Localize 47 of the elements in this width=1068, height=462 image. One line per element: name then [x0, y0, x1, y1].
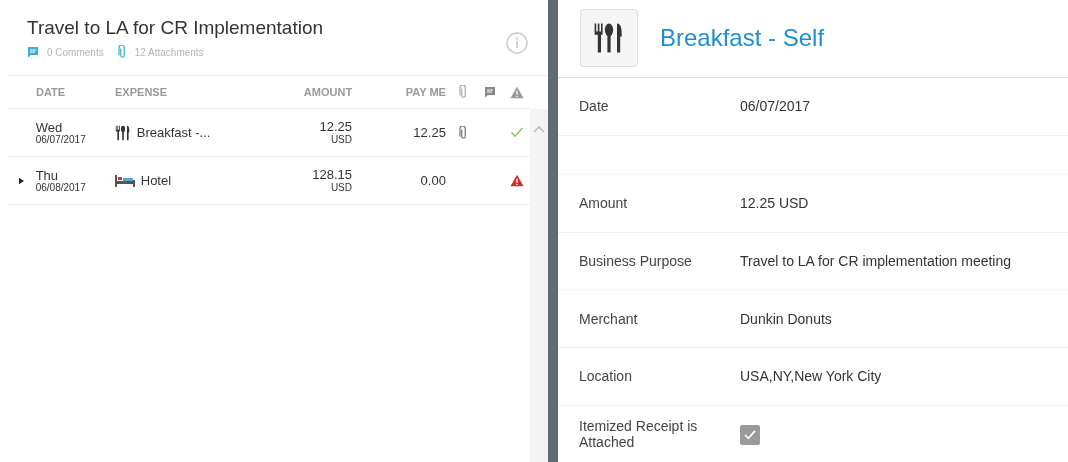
currency-text: USD: [330, 182, 352, 193]
comment-icon: [483, 86, 496, 98]
scrollbar[interactable]: [530, 109, 548, 462]
fork-spoon-knife-icon: [593, 22, 625, 55]
checkmark-icon: [509, 127, 524, 138]
attachments-link[interactable]: 12 Attachments: [134, 46, 204, 58]
field-label: Location: [579, 368, 633, 385]
field-label: Amount: [579, 195, 629, 212]
warning-icon: [509, 174, 524, 187]
column-header[interactable]: EXPENSE: [115, 86, 167, 98]
date-text: 06/07/2017: [35, 133, 86, 145]
expense-name[interactable]: Breakfast -...: [136, 125, 211, 140]
field-value: 06/07/2017: [740, 98, 811, 115]
pay-me-amount: 0.00: [420, 173, 446, 188]
field-label: Merchant: [579, 310, 639, 327]
checkbox[interactable]: [740, 424, 760, 445]
weekday-text: Wed: [35, 120, 63, 134]
amount-text: 128.15: [312, 168, 352, 182]
field-value: Travel to LA for CR implementation meeting: [740, 253, 1012, 270]
amount-text: 12.25: [319, 120, 352, 134]
column-header[interactable]: PAY ME: [405, 86, 446, 98]
expand-arrow-icon[interactable]: [19, 176, 25, 185]
column-header[interactable]: AMOUNT: [303, 86, 353, 98]
pay-me-amount: 12.25: [413, 125, 446, 140]
expense-title: Breakfast - Self: [660, 24, 825, 53]
field-label: Itemized Receipt is Attached: [579, 417, 699, 450]
field-value: USA,NY,New York City: [740, 368, 882, 385]
warning-icon: [509, 85, 524, 99]
info-icon[interactable]: [506, 32, 528, 54]
date-text: 06/08/2017: [35, 181, 86, 193]
field-value: Dunkin Donuts: [740, 310, 832, 327]
comments-link[interactable]: 0 Comments: [47, 46, 104, 58]
comment-icon: [27, 46, 39, 58]
field-label: Date: [579, 98, 610, 115]
field-value: 12.25 USD: [740, 195, 809, 212]
fork-spoon-knife-icon: [114, 124, 131, 141]
checkmark-icon: [744, 429, 756, 440]
expense-name[interactable]: Hotel: [140, 173, 172, 188]
column-header[interactable]: DATE: [36, 86, 66, 98]
chevron-up-icon[interactable]: [533, 125, 545, 133]
bed-icon: [114, 173, 135, 188]
paperclip-icon: [458, 85, 468, 99]
paperclip-icon: [117, 45, 127, 59]
field-label: Business Purpose: [579, 253, 693, 270]
report-title: Travel to LA for CR Implementation: [27, 17, 324, 39]
weekday-text: Thu: [35, 168, 59, 182]
currency-text: USD: [330, 134, 352, 145]
